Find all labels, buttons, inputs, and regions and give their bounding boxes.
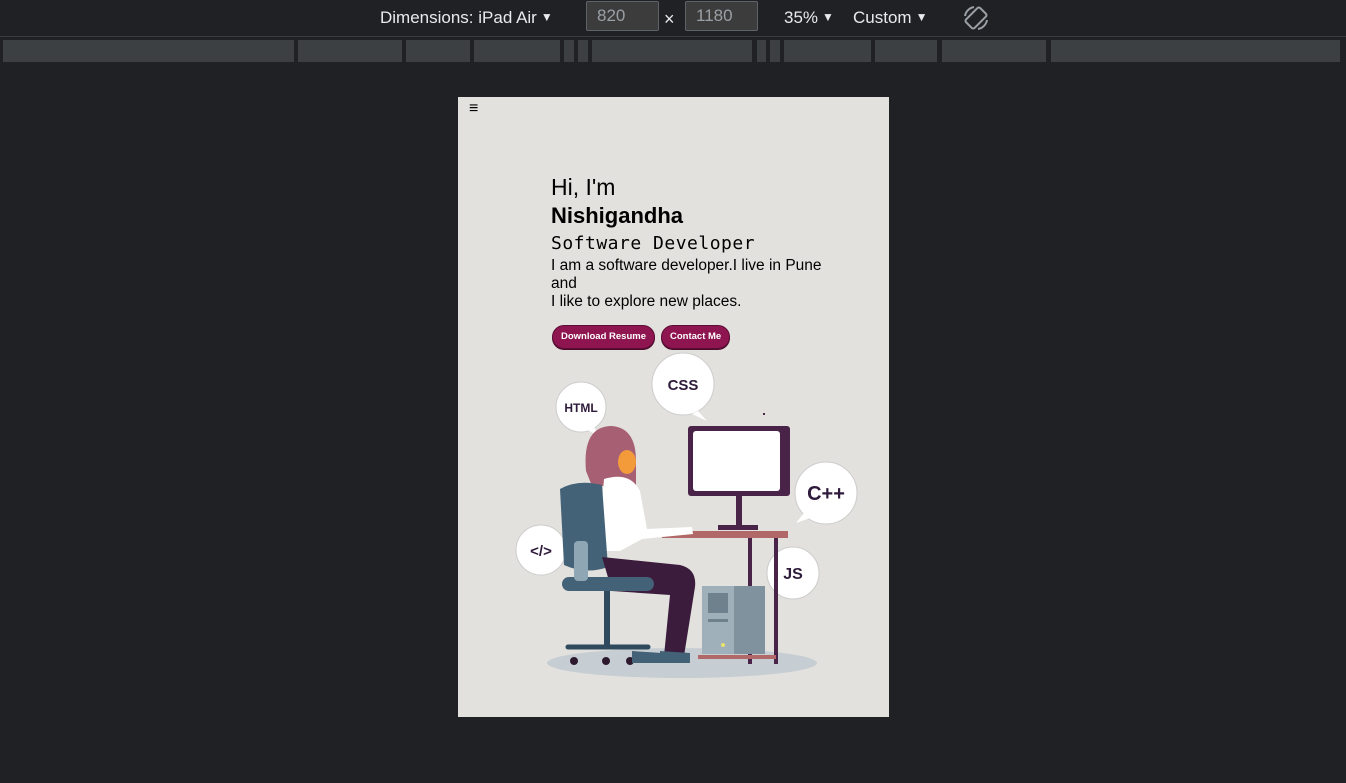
dimensions-dropdown[interactable]: Dimensions: iPad Air ▼ (380, 0, 553, 36)
media-query-bar (0, 38, 1346, 64)
media-query-segment[interactable] (942, 40, 1046, 62)
name-heading: Nishigandha (551, 203, 684, 228)
height-input[interactable]: 1180 (685, 1, 758, 31)
media-query-segment[interactable] (3, 40, 294, 62)
device-viewport: ≡ Hi, I'm Nishigandha Software Developer… (458, 97, 889, 717)
caret-down-icon: ▼ (540, 10, 553, 24)
description-line: I am a software developer.I live in Pune (551, 257, 822, 274)
caret-down-icon: ▼ (822, 10, 834, 24)
media-query-segment[interactable] (564, 40, 574, 62)
description-line: and (551, 275, 577, 292)
media-query-segment[interactable] (406, 40, 470, 62)
rotate-icon[interactable] (960, 2, 992, 34)
description-line: I like to explore new places. (551, 293, 742, 310)
caret-down-icon: ▼ (915, 10, 928, 24)
media-query-segment[interactable] (298, 40, 402, 62)
media-query-segment[interactable] (757, 40, 766, 62)
cpp-bubble-text: C++ (807, 483, 845, 505)
hero-buttons: Download Resume Contact Me (552, 325, 851, 349)
html-bubble: HTML (555, 381, 607, 437)
width-input[interactable]: 820 (586, 1, 659, 31)
greeting-text: Hi, I'm (551, 174, 616, 200)
throttle-dropdown[interactable]: Custom ▼ (853, 0, 927, 36)
media-query-segment[interactable] (875, 40, 937, 62)
hamburger-icon[interactable]: ≡ (469, 101, 478, 117)
developer-person (560, 426, 696, 665)
js-bubble-text: JS (783, 566, 803, 583)
dimensions-label: Dimensions: iPad Air (380, 8, 537, 27)
media-query-segment[interactable] (1051, 40, 1340, 62)
cpp-bubble: C++ (794, 461, 858, 525)
html-bubble-text: HTML (564, 401, 597, 415)
role-text: Software Developer (551, 233, 756, 254)
css-bubble-text: CSS (668, 377, 699, 394)
css-bubble: CSS (651, 352, 715, 421)
code-bubble: </> (515, 524, 567, 576)
description-text: I am a software developer.I live in Pune… (551, 257, 851, 311)
developer-illustration: HTML CSS C++ </> JS (515, 352, 858, 678)
media-query-segment[interactable] (578, 40, 588, 62)
times-separator: × (664, 9, 675, 29)
hero-section: Hi, I'm Nishigandha Software Developer I… (551, 173, 851, 349)
contact-me-button[interactable]: Contact Me (661, 325, 731, 349)
device-toolbar: Dimensions: iPad Air ▼ 820 × 1180 35% ▼ Cu… (0, 0, 1346, 37)
media-query-segment[interactable] (474, 40, 560, 62)
zoom-label: 35% (784, 8, 819, 27)
code-bubble-text: </> (530, 543, 552, 560)
throttle-label: Custom (853, 8, 912, 27)
media-query-segment[interactable] (592, 40, 752, 62)
download-resume-button[interactable]: Download Resume (552, 325, 655, 349)
monitor (688, 413, 790, 530)
zoom-dropdown[interactable]: 35% ▼ (784, 0, 834, 36)
media-query-segment[interactable] (770, 40, 780, 62)
computer-tower (702, 586, 765, 654)
media-query-segment[interactable] (784, 40, 871, 62)
